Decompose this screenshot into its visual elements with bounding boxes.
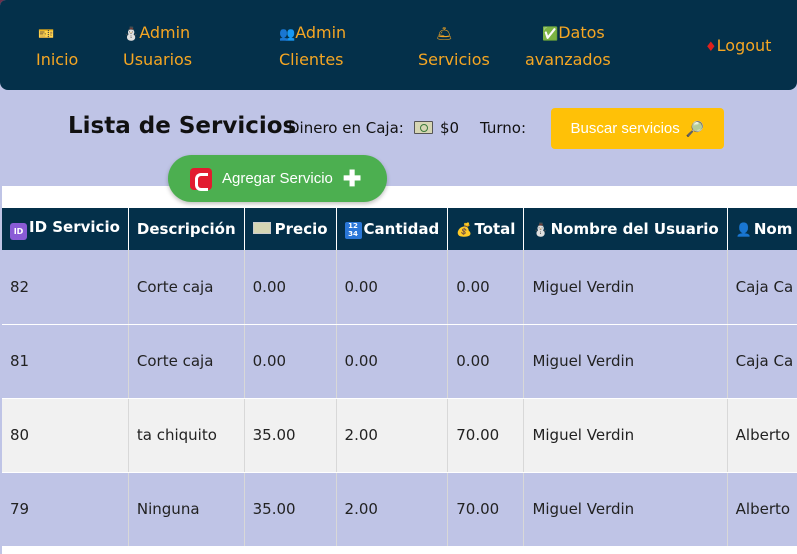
table-row[interactable]: 80 ta chiquito 35.00 2.00 70.00 Miguel V… <box>2 398 797 473</box>
cell-cantidad: 0.00 <box>336 250 449 325</box>
app-frame: 🎫 Inicio ⛄Admin Usuarios 👥Admin Clientes… <box>0 0 797 554</box>
money-icon <box>252 222 271 234</box>
nav-logout-label: Logout <box>716 36 772 55</box>
snowman-icon: ⛄ <box>532 223 549 238</box>
numbers-icon: 12 34 <box>344 221 362 239</box>
top-nav: 🎫 Inicio ⛄Admin Usuarios 👥Admin Clientes… <box>0 0 797 90</box>
nav-admin-clientes-line2: Clientes <box>279 50 344 69</box>
nav-admin-clientes[interactable]: 👥Admin Clientes <box>279 20 346 72</box>
cell-nombre-usuario: Miguel Verdin <box>523 472 728 547</box>
cell-id: 81 <box>2 324 129 399</box>
column-header-precio[interactable]: Precio <box>244 208 337 250</box>
nav-admin-usuarios-line1: Admin <box>139 23 191 42</box>
nav-logout[interactable]: ♦Logout <box>705 33 771 60</box>
cash-label: Dinero en Caja: <box>288 119 404 137</box>
search-services-label: Buscar servicios <box>570 120 680 137</box>
money-bag-icon: 💰 <box>456 223 473 238</box>
cell-nombre-usuario: Miguel Verdin <box>523 324 728 399</box>
magnifier-icon: 🔎 <box>685 120 705 138</box>
column-header-id[interactable]: ID ID Servicio <box>2 208 129 250</box>
cell-precio: 0.00 <box>244 324 337 399</box>
column-header-descripcion-label: Descripción <box>136 220 236 238</box>
search-services-button[interactable]: Buscar servicios 🔎 <box>551 108 724 149</box>
nav-admin-usuarios[interactable]: ⛄Admin Usuarios <box>123 20 192 72</box>
cell-descripcion: Corte caja <box>128 250 245 325</box>
nav-datos-avanzados[interactable]: ✅Datos avanzados <box>525 20 611 72</box>
nav-datos-avanzados-line2: avanzados <box>525 50 611 69</box>
cell-total: 0.00 <box>447 250 525 325</box>
plus-icon: ✚ <box>342 165 362 191</box>
turno-label: Turno: <box>480 119 527 137</box>
bell-icon: 🛎 <box>436 27 453 42</box>
cell-nombre-cliente: Alberto <box>727 398 797 473</box>
column-header-total-label: Total <box>474 220 516 238</box>
column-header-cantidad[interactable]: 12 34 Cantidad <box>336 208 449 250</box>
cell-nombre-cliente: Caja Ca <box>727 250 797 325</box>
nav-datos-avanzados-line1: Datos <box>558 23 605 42</box>
table-header-row: ID ID Servicio Descripción Precio 12 34 Can… <box>2 208 797 250</box>
magnet-icon <box>190 167 212 191</box>
nav-admin-clientes-line1: Admin <box>295 23 347 42</box>
add-service-label: Agregar Servicio <box>222 170 333 187</box>
cell-id: 80 <box>2 398 129 473</box>
cell-total: 70.00 <box>447 472 525 547</box>
column-header-cantidad-label: Cantidad <box>363 219 440 238</box>
column-header-precio-label: Precio <box>274 220 328 238</box>
cell-precio: 0.00 <box>244 250 337 325</box>
column-header-nombre-cliente-label: Nom <box>753 220 793 238</box>
people-icon: 👥 <box>279 27 296 42</box>
cell-precio: 35.00 <box>244 398 337 473</box>
nav-servicios[interactable]: 🛎 Servicios <box>418 20 490 72</box>
nav-inicio[interactable]: 🎫 Inicio <box>36 20 78 72</box>
cell-cantidad: 0.00 <box>336 324 449 399</box>
nav-inicio-label: Inicio <box>36 50 79 69</box>
table-row[interactable]: 81 Corte caja 0.00 0.00 0.00 Miguel Verd… <box>2 324 797 399</box>
cash-value: $0 <box>440 119 460 137</box>
column-header-nombre-usuario-label: Nombre del Usuario <box>550 220 719 238</box>
services-table: ID ID Servicio Descripción Precio 12 34 Can… <box>2 208 797 547</box>
column-header-nombre-usuario[interactable]: ⛄ Nombre del Usuario <box>523 208 728 250</box>
snowman-icon: ⛄ <box>123 27 140 42</box>
column-header-id-label: ID Servicio <box>29 218 120 236</box>
cell-id: 79 <box>2 472 129 547</box>
column-header-nombre-cliente[interactable]: 👤 Nom <box>727 208 797 250</box>
cell-id: 82 <box>2 250 129 325</box>
diamond-icon: ♦ <box>705 40 717 55</box>
cell-precio: 35.00 <box>244 472 337 547</box>
table-row[interactable]: 82 Corte caja 0.00 0.00 0.00 Miguel Verd… <box>2 250 797 325</box>
cell-cantidad: 2.00 <box>336 472 449 547</box>
column-header-descripcion[interactable]: Descripción <box>128 208 245 250</box>
column-header-total[interactable]: 💰 Total <box>447 208 525 250</box>
cell-nombre-usuario: Miguel Verdin <box>523 398 728 473</box>
cell-total: 0.00 <box>447 324 525 399</box>
ticket-icon: 🎫 <box>38 27 55 42</box>
person-icon: 👤 <box>735 223 752 238</box>
nav-admin-usuarios-line2: Usuarios <box>123 50 193 69</box>
cell-descripcion: Corte caja <box>128 324 245 399</box>
cell-descripcion: ta chiquito <box>128 398 245 473</box>
id-badge-icon: ID <box>10 223 27 240</box>
table-row[interactable]: 79 Ninguna 35.00 2.00 70.00 Miguel Verdi… <box>2 472 797 547</box>
page-title: Lista de Servicios <box>68 113 297 139</box>
cell-descripcion: Ninguna <box>128 472 245 547</box>
services-table-container[interactable]: ID ID Servicio Descripción Precio 12 34 Can… <box>2 186 797 554</box>
cell-total: 70.00 <box>447 398 525 473</box>
checkmark-icon: ✅ <box>542 27 559 42</box>
cell-nombre-cliente: Alberto <box>727 472 797 547</box>
cell-cantidad: 2.00 <box>336 398 449 473</box>
money-icon <box>414 121 433 134</box>
cell-nombre-cliente: Caja Ca <box>727 324 797 399</box>
nav-servicios-label: Servicios <box>418 50 490 69</box>
cell-nombre-usuario: Miguel Verdin <box>523 250 728 325</box>
add-service-button[interactable]: Agregar Servicio ✚ <box>168 155 387 202</box>
